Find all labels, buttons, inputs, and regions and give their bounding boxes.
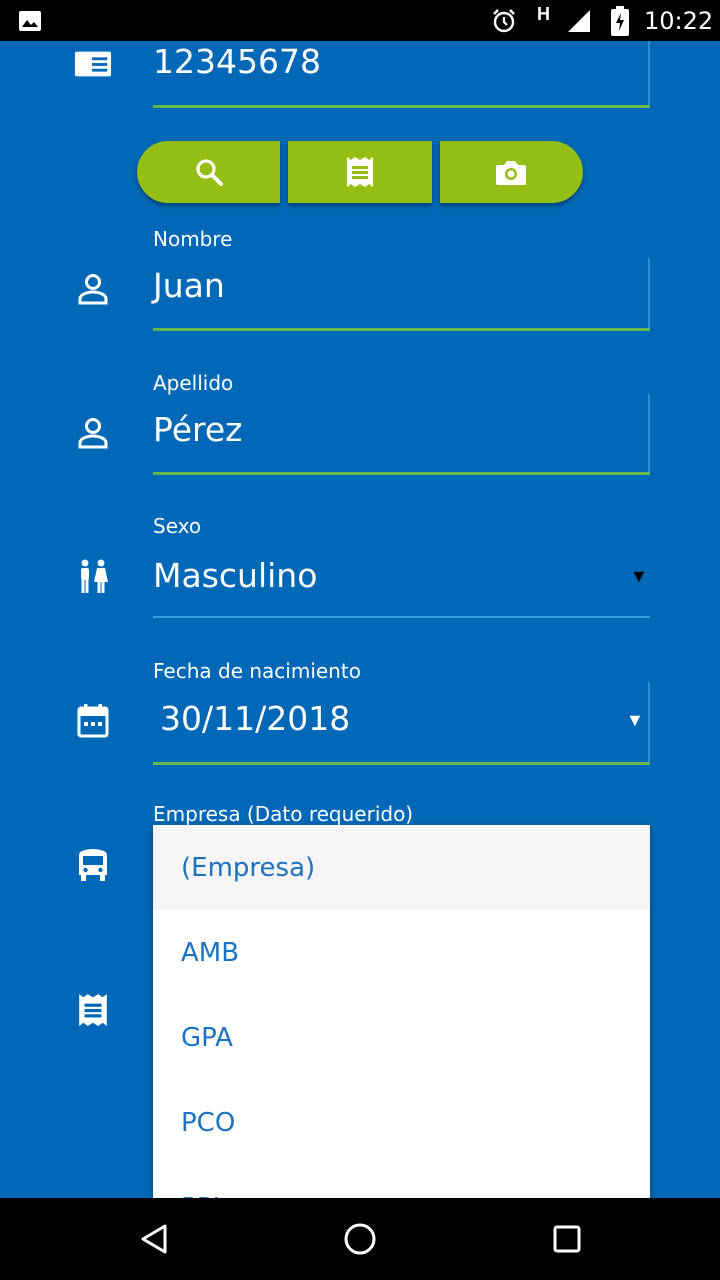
person-icon [74, 270, 112, 308]
receipt-icon [346, 157, 373, 187]
sexo-select[interactable]: Masculino [153, 556, 317, 595]
dropdown-option-ppl[interactable]: PPL [153, 1165, 650, 1199]
back-button[interactable] [114, 1198, 194, 1280]
sexo-label: Sexo [153, 514, 202, 538]
dropdown-option-empresa[interactable]: (Empresa) [153, 825, 650, 910]
network-type: H [537, 4, 550, 24]
navigation-bar [0, 1198, 720, 1280]
clock: 10:22 [644, 6, 714, 35]
apellido-underline [153, 472, 650, 475]
fecha-select[interactable]: 30/11/2018 [160, 699, 350, 738]
empresa-dropdown-list: (Empresa) AMB GPA PCO PPL [153, 825, 650, 1198]
battery-charging-icon [610, 0, 630, 41]
alarm-icon [491, 0, 517, 41]
field-edge [648, 41, 650, 105]
fecha-label: Fecha de nacimiento [153, 659, 361, 683]
camera-icon [496, 161, 527, 185]
dropdown-option-pco[interactable]: PCO [153, 1080, 650, 1165]
id-card-icon [74, 45, 112, 83]
signal-icon [566, 0, 592, 41]
action-button-group [137, 141, 583, 203]
field-edge [648, 682, 650, 762]
recents-icon [553, 1225, 581, 1253]
receipt-button[interactable] [288, 141, 432, 203]
nombre-underline [153, 328, 650, 331]
status-bar: H 10:22 [0, 0, 720, 41]
wc-icon [74, 558, 112, 596]
camera-button[interactable] [439, 141, 583, 203]
field-edge [648, 394, 650, 472]
back-icon [141, 1224, 167, 1254]
apellido-label: Apellido [153, 371, 234, 395]
dropdown-option-amb[interactable]: AMB [153, 910, 650, 995]
nombre-input[interactable]: Juan [153, 266, 225, 305]
document-underline [153, 105, 650, 108]
image-icon [18, 0, 42, 41]
home-button[interactable] [320, 1198, 400, 1280]
sexo-underline [153, 616, 650, 618]
nombre-label: Nombre [153, 227, 233, 251]
field-edge [648, 258, 650, 328]
empresa-label: Empresa (Dato requerido) [153, 802, 414, 826]
fecha-underline [153, 762, 650, 765]
dropdown-option-gpa[interactable]: GPA [153, 995, 650, 1080]
document-number-input[interactable]: 12345678 [153, 42, 321, 81]
search-icon [196, 159, 223, 186]
recents-button[interactable] [527, 1198, 607, 1280]
receipt-icon [74, 991, 112, 1029]
apellido-input[interactable]: Pérez [153, 410, 243, 449]
calendar-icon [74, 702, 112, 740]
dropdown-arrow-icon[interactable]: ▼ [626, 710, 644, 731]
bus-icon [74, 846, 112, 884]
dropdown-arrow-icon[interactable]: ▼ [630, 566, 648, 587]
home-icon [344, 1223, 376, 1255]
search-button[interactable] [137, 141, 281, 203]
person-icon [74, 414, 112, 452]
